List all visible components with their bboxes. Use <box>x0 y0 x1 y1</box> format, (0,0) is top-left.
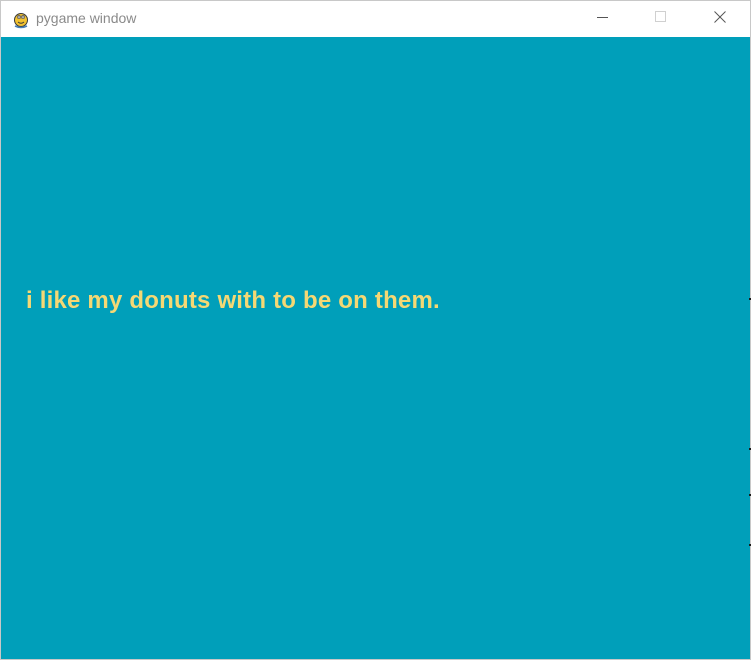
window-title: pygame window <box>36 10 137 26</box>
maximize-button[interactable] <box>638 1 684 37</box>
title-bar[interactable]: pygame window <box>1 1 750 37</box>
minimize-button[interactable] <box>580 1 626 37</box>
maximize-icon <box>655 10 667 28</box>
pygame-snake-icon <box>11 9 31 29</box>
close-button[interactable] <box>697 1 743 37</box>
pygame-window: pygame window i like my donuts with to b… <box>0 0 751 660</box>
game-canvas[interactable]: i like my donuts with to be on them. <box>1 37 750 659</box>
close-icon <box>714 10 726 28</box>
game-message-text: i like my donuts with to be on them. <box>26 287 440 314</box>
minimize-icon <box>597 10 609 28</box>
